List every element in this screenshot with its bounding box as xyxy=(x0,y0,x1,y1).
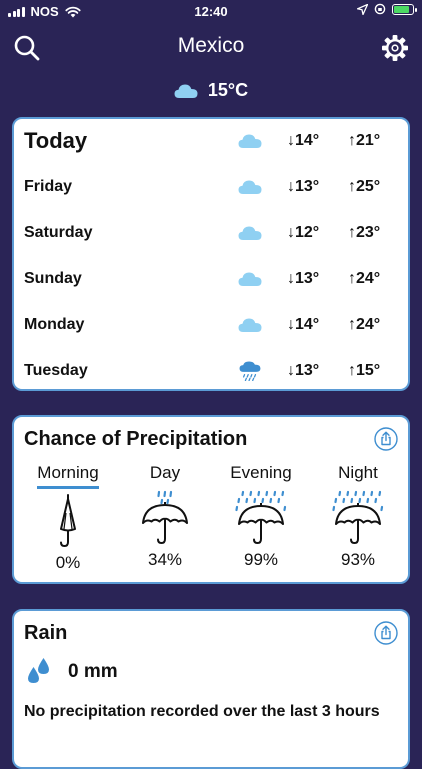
forecast-day: Tuesday xyxy=(24,362,88,379)
forecast-card: Today ↓14° ↑21° Friday ↓13° ↑25° Saturda… xyxy=(12,117,410,391)
period-value: 99% xyxy=(243,550,279,569)
forecast-row-sunday[interactable]: Sunday ↓13° ↑24° xyxy=(14,257,408,303)
forecast-day: Saturday xyxy=(24,224,93,241)
forecast-row-monday[interactable]: Monday ↓14° ↑24° xyxy=(14,303,408,349)
forecast-low: ↓13° xyxy=(287,270,320,287)
cloud-icon xyxy=(238,180,262,194)
forecast-high: ↑24° xyxy=(348,316,381,333)
period-label: Evening xyxy=(230,463,292,482)
forecast-row-today[interactable]: Today ↓14° ↑21° xyxy=(14,119,408,165)
precip-period-night[interactable]: Night 93% xyxy=(313,463,403,570)
forecast-high: ↑25° xyxy=(348,178,381,195)
period-value: 0% xyxy=(55,553,81,572)
period-label: Day xyxy=(149,463,181,482)
forecast-high: ↑23° xyxy=(348,224,381,241)
precipitation-title: Chance of Precipitation xyxy=(24,428,248,450)
umbrella-light-rain-icon xyxy=(142,490,188,545)
battery-icon xyxy=(392,3,417,15)
rain-amount: 0 mm xyxy=(68,661,118,682)
forecast-high: ↑15° xyxy=(348,362,381,379)
forecast-day: Sunday xyxy=(24,270,82,287)
current-temperature: 15°C xyxy=(207,80,249,100)
precip-period-morning[interactable]: Morning 0% xyxy=(23,463,113,573)
forecast-low: ↓14° xyxy=(287,132,320,149)
forecast-high: ↑21° xyxy=(348,132,381,149)
cloud-icon xyxy=(238,226,262,240)
period-value: 93% xyxy=(340,550,376,569)
precipitation-card: Chance of Precipitation Morning 0% Day 3… xyxy=(12,415,410,584)
status-right xyxy=(357,3,417,15)
gear-icon[interactable] xyxy=(380,33,410,63)
period-value: 34% xyxy=(147,550,183,569)
raindrops-icon xyxy=(28,658,49,683)
cloud-icon xyxy=(238,272,262,286)
forecast-low: ↓13° xyxy=(287,178,320,195)
cloud-icon xyxy=(238,134,262,148)
status-bar: NOS 12:40 xyxy=(0,0,422,22)
umbrella-heavy-rain-icon xyxy=(332,490,384,545)
cloud-icon xyxy=(174,84,198,98)
period-label: Morning xyxy=(37,463,99,489)
header: Mexico xyxy=(0,30,422,66)
forecast-row-saturday[interactable]: Saturday ↓12° ↑23° xyxy=(14,211,408,257)
forecast-low: ↓14° xyxy=(287,316,320,333)
forecast-day: Friday xyxy=(24,178,73,195)
forecast-low: ↓13° xyxy=(287,362,320,379)
forecast-low: ↓12° xyxy=(287,224,320,241)
closed-umbrella-icon xyxy=(60,494,76,548)
share-icon[interactable] xyxy=(374,621,398,645)
period-label: Night xyxy=(338,463,378,482)
rain-card: Rain 0 mm No precipitation recorded over… xyxy=(12,609,410,769)
cloud-icon xyxy=(238,318,262,332)
forecast-day: Today xyxy=(24,128,88,153)
umbrella-heavy-rain-icon xyxy=(235,490,287,545)
precip-period-evening[interactable]: Evening 99% xyxy=(216,463,306,570)
forecast-high: ↑24° xyxy=(348,270,381,287)
rain-note: No precipitation recorded over the last … xyxy=(24,703,380,720)
precip-period-day[interactable]: Day 34% xyxy=(120,463,210,570)
location-arrow-icon xyxy=(357,3,368,15)
current-conditions: 15°C xyxy=(0,80,422,101)
forecast-row-friday[interactable]: Friday ↓13° ↑25° xyxy=(14,165,408,211)
orientation-lock-icon xyxy=(374,3,386,15)
share-icon[interactable] xyxy=(374,427,398,451)
forecast-row-tuesday[interactable]: Tuesday ↓13° ↑15° xyxy=(14,349,408,389)
rain-cloud-icon xyxy=(239,361,261,381)
rain-title: Rain xyxy=(24,622,68,644)
city-title: Mexico xyxy=(177,34,245,57)
forecast-day: Monday xyxy=(24,316,85,333)
